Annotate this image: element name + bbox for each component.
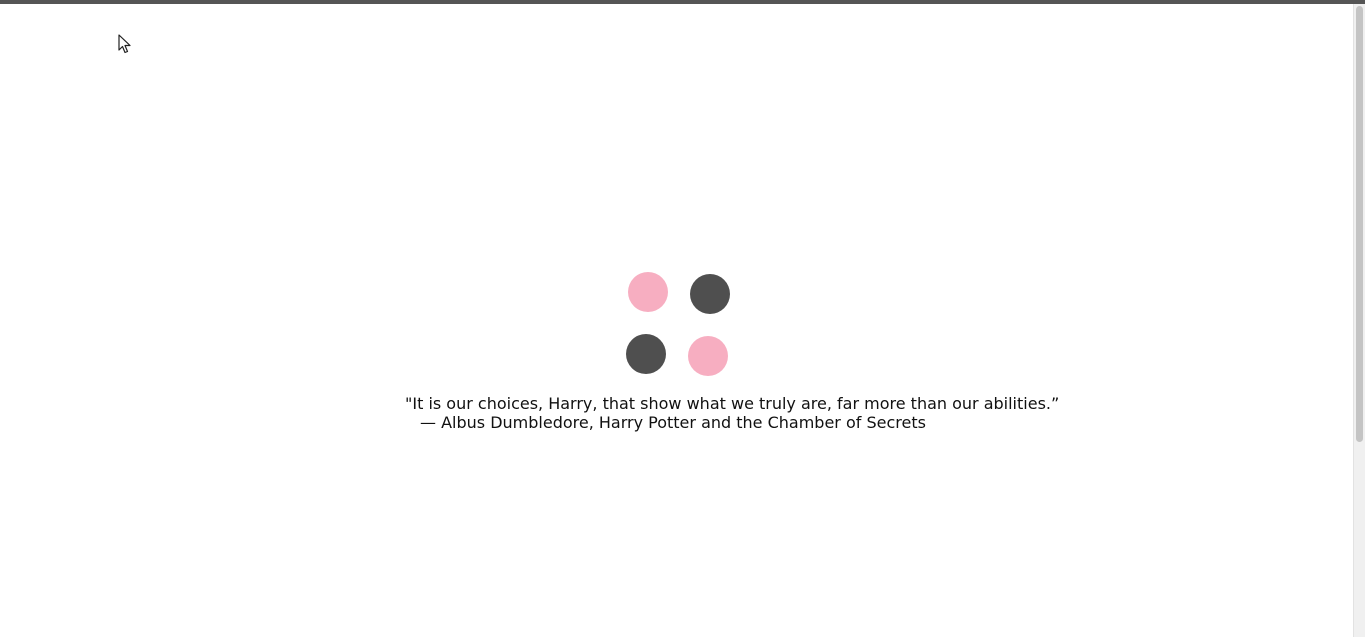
quote-attribution: — Albus Dumbledore, Harry Potter and the… xyxy=(420,413,926,432)
page-body: "It is our choices, Harry, that show wha… xyxy=(0,4,1353,637)
loading-quote: "It is our choices, Harry, that show wha… xyxy=(405,394,1105,432)
vertical-scrollbar[interactable] xyxy=(1353,4,1365,637)
loader-dot xyxy=(690,274,730,314)
scrollbar-thumb[interactable] xyxy=(1356,6,1363,442)
loader-dot xyxy=(628,272,668,312)
loader-dot xyxy=(688,336,728,376)
quote-text: "It is our choices, Harry, that show wha… xyxy=(405,394,1060,413)
loader-dot xyxy=(626,334,666,374)
mouse-pointer-icon xyxy=(118,34,132,54)
